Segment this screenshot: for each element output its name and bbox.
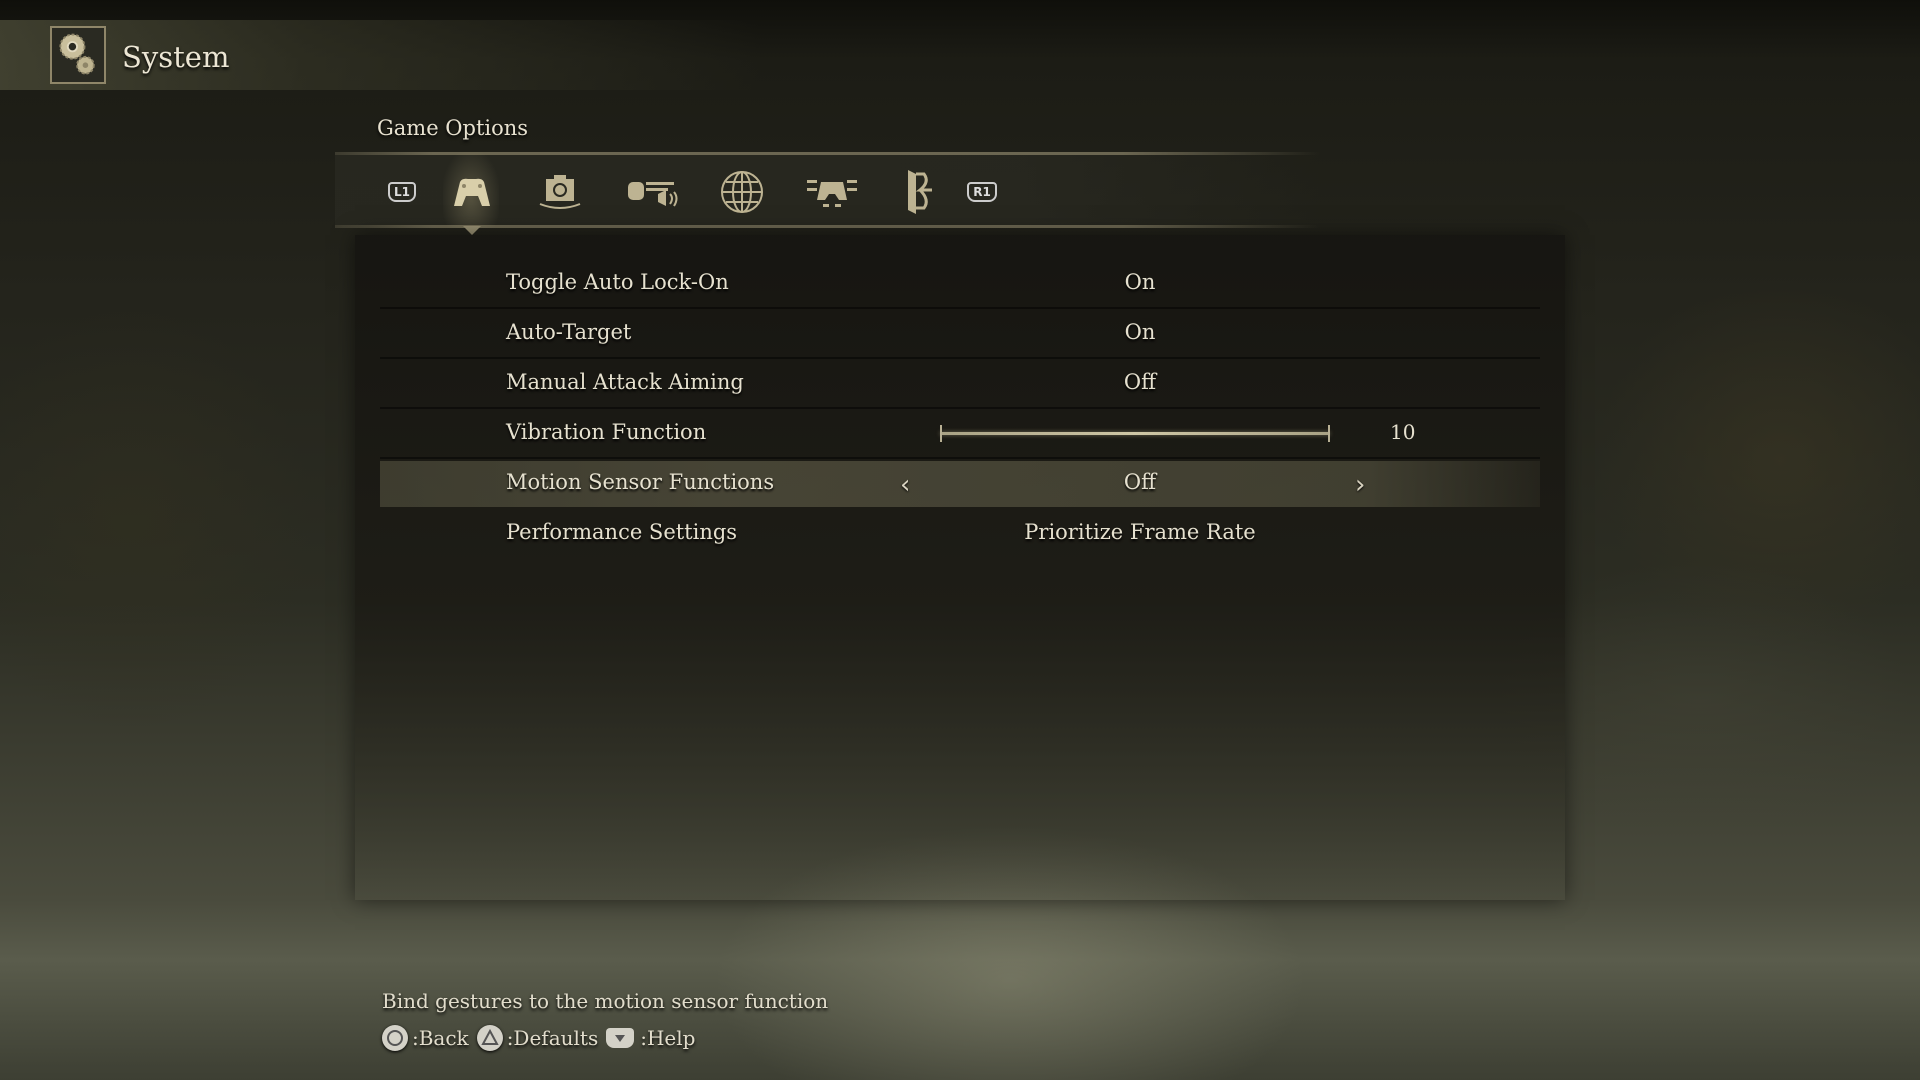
- option-label: Vibration Function: [506, 420, 707, 444]
- controller-config-icon: [807, 180, 857, 207]
- tab-network[interactable]: [718, 170, 766, 214]
- option-value: Prioritize Frame Rate: [1024, 520, 1256, 544]
- back-hint-label[interactable]: :Back: [412, 1026, 469, 1050]
- option-label: Toggle Auto Lock-On: [506, 270, 729, 294]
- option-row-manual-attack-aiming[interactable]: Manual Attack Aiming Off: [380, 361, 1540, 409]
- touchpad-button-icon[interactable]: [606, 1028, 635, 1048]
- slider-value: 10: [1390, 420, 1416, 444]
- slider-handle[interactable]: [1328, 425, 1330, 442]
- tab-key-config[interactable]: [804, 170, 860, 214]
- tab-sound[interactable]: [625, 170, 681, 214]
- section-title: Game Options: [377, 116, 529, 140]
- tab-next-button[interactable]: R1: [966, 170, 998, 214]
- chevron-left-icon[interactable]: ‹: [900, 470, 910, 500]
- option-row-performance-settings[interactable]: Performance Settings Prioritize Frame Ra…: [380, 511, 1540, 557]
- option-row-vibration-function[interactable]: Vibration Function 10: [380, 411, 1540, 459]
- row-divider: [380, 357, 1540, 359]
- vibration-slider[interactable]: [940, 425, 1330, 442]
- option-value: Off: [1123, 470, 1157, 494]
- option-label: Auto-Target: [506, 320, 632, 344]
- exit-door-icon: [908, 170, 932, 214]
- controller-icon: [454, 178, 490, 206]
- row-divider: [380, 407, 1540, 409]
- active-tab-indicator: [463, 226, 481, 235]
- tab-quit[interactable]: [900, 170, 940, 214]
- triangle-button-icon[interactable]: [476, 1025, 503, 1051]
- option-label: Motion Sensor Functions: [506, 470, 775, 494]
- globe-icon: [721, 171, 763, 213]
- option-value: On: [1124, 320, 1156, 344]
- tab-camera[interactable]: [533, 170, 587, 214]
- tab-game-options[interactable]: [445, 170, 499, 214]
- camera-icon: [539, 175, 581, 209]
- l1-button-icon: L1: [388, 182, 416, 202]
- menu-title: System: [122, 40, 230, 74]
- sound-icon: [628, 182, 678, 207]
- option-row-motion-sensor-functions[interactable]: Motion Sensor Functions ‹ Off ›: [380, 461, 1540, 507]
- option-row-toggle-auto-lock-on[interactable]: Toggle Auto Lock-On On: [380, 261, 1540, 309]
- option-value: On: [1124, 270, 1156, 294]
- option-row-auto-target[interactable]: Auto-Target On: [380, 311, 1540, 359]
- chevron-right-icon[interactable]: ›: [1355, 470, 1365, 500]
- row-divider: [380, 457, 1540, 459]
- r1-button-icon: R1: [967, 182, 997, 202]
- help-description: Bind gestures to the motion sensor funct…: [382, 989, 829, 1013]
- button-hints: :Back :Defaults :Help: [382, 1025, 703, 1051]
- circle-button-icon[interactable]: [382, 1025, 408, 1051]
- option-label: Manual Attack Aiming: [506, 370, 744, 394]
- slider-min-tick: [940, 425, 942, 442]
- help-hint-label[interactable]: :Help: [640, 1026, 695, 1050]
- header-bar: [0, 20, 760, 90]
- option-value: Off: [1123, 370, 1157, 394]
- option-label: Performance Settings: [506, 520, 738, 544]
- row-divider: [380, 307, 1540, 309]
- defaults-hint-label[interactable]: :Defaults: [507, 1026, 599, 1050]
- tab-prev-button[interactable]: L1: [386, 170, 418, 214]
- gears-icon: [50, 26, 106, 84]
